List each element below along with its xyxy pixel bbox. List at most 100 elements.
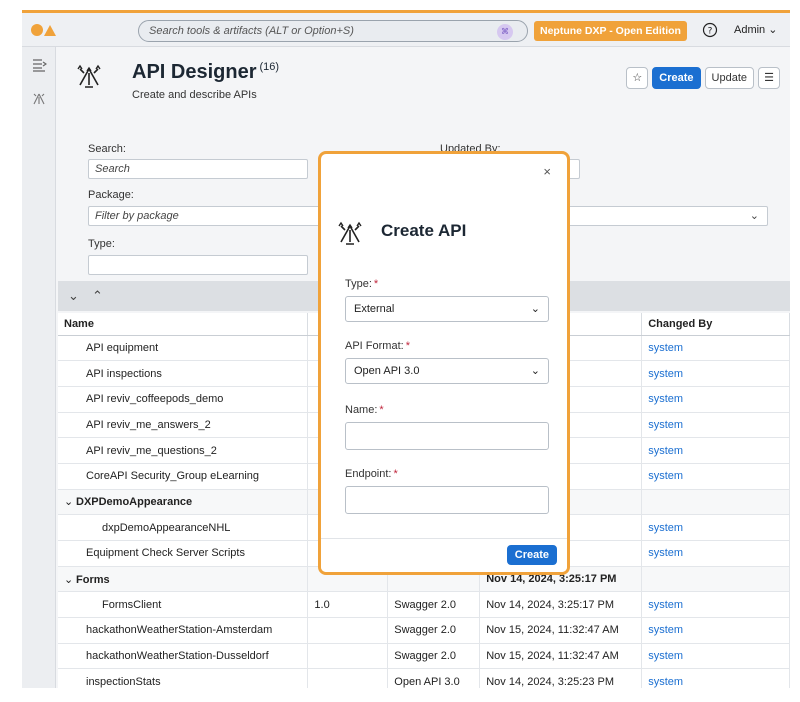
more-options-button[interactable]: ☰ — [758, 67, 780, 89]
required-mark: * — [405, 340, 410, 352]
table-row[interactable]: hackathonWeatherStation-Amsterdam Swagger… — [58, 617, 790, 644]
cell-changed-by[interactable]: system — [641, 668, 790, 688]
expand-menu-icon[interactable] — [31, 57, 47, 73]
required-mark: * — [379, 404, 384, 416]
global-search-input[interactable]: Search tools & artifacts (ALT or Option+… — [138, 20, 528, 42]
type-field-label: Type: * — [345, 278, 378, 290]
page-title: API Designer (16) — [132, 61, 279, 84]
cell-changed: Nov 14, 2024, 3:25:23 PM — [479, 668, 643, 688]
endpoint-input[interactable] — [345, 486, 549, 514]
type-select[interactable]: External ⌄ — [345, 296, 549, 322]
favorite-button[interactable]: ☆ — [626, 67, 649, 89]
cell-changed-by[interactable]: system — [641, 540, 790, 567]
user-name: Admin — [734, 24, 766, 36]
cell-version — [307, 617, 389, 644]
table-row[interactable]: hackathonWeatherStation-Dusseldorf Swagge… — [58, 643, 790, 670]
expand-group-icon[interactable]: ⌄ — [64, 573, 76, 586]
page-subtitle: Create and describe APIs — [132, 89, 257, 101]
sidebar — [22, 47, 56, 688]
type-field-label-text: Type: — [345, 278, 372, 290]
cell-changed: Nov 14, 2024, 3:25:17 PM — [479, 591, 643, 619]
cell-type: Swagger 2.0 — [387, 617, 481, 644]
name-field-label-text: Name: — [345, 404, 378, 416]
row-name: DXPDemoAppearance — [76, 496, 193, 509]
search-input[interactable]: Search — [88, 159, 308, 179]
table-row[interactable]: FormsClient 1.0 Swagger 2.0 Nov 14, 2024, 3… — [58, 591, 790, 619]
dialog-create-button[interactable]: Create — [506, 545, 557, 565]
api-designer-logo-icon — [77, 64, 101, 88]
cell-changed-by[interactable]: system — [641, 437, 790, 464]
create-button[interactable]: Create — [652, 67, 701, 89]
collapse-all-icon[interactable]: ⌃ — [92, 288, 103, 304]
row-name: Forms — [76, 573, 110, 586]
app-window: Search tools & artifacts (ALT or Option+… — [22, 10, 790, 688]
type-select[interactable] — [88, 255, 308, 275]
shell-bar: Search tools & artifacts (ALT or Option+… — [22, 13, 790, 47]
expand-all-icon[interactable]: ⌄ — [68, 288, 79, 304]
cell-name: ⌄ DXPDemoAppearance — [58, 489, 309, 516]
cell-changed-by[interactable]: system — [641, 412, 790, 439]
cell-name: hackathonWeatherStation-Amsterdam — [58, 617, 309, 644]
cell-changed-by[interactable]: system — [641, 463, 790, 490]
cell-changed-by[interactable]: system — [641, 643, 790, 670]
cell-name: API inspections — [58, 360, 309, 387]
cell-type: Swagger 2.0 — [387, 591, 481, 619]
cell-name: API equipment — [58, 335, 309, 362]
api-designer-icon[interactable] — [31, 91, 47, 107]
type-select-value: External — [354, 303, 395, 315]
cell-changed-by[interactable] — [641, 566, 790, 593]
package-placeholder: Filter by package — [95, 210, 179, 222]
cell-type: Open API 3.0 — [387, 668, 481, 688]
keyboard-shortcut-icon: ⌘ — [497, 24, 513, 40]
cell-name: inspectionStats — [58, 668, 309, 688]
cell-name: API reviv_coffeepods_demo — [58, 386, 309, 413]
user-menu[interactable]: Admin ⌄ — [734, 23, 777, 36]
type-label: Type: — [88, 238, 115, 250]
cell-name: hackathonWeatherStation-Dusseldorf — [58, 643, 309, 670]
package-label: Package: — [88, 189, 134, 201]
chevron-down-icon: ⌄ — [749, 210, 759, 222]
item-count: (16) — [259, 61, 280, 74]
endpoint-field-label: Endpoint: * — [345, 468, 398, 480]
star-icon: ☆ — [632, 72, 643, 84]
row-name: dxpDemoAppearanceNHL — [102, 521, 231, 534]
row-name: hackathonWeatherStation-Amsterdam — [86, 624, 273, 637]
cell-name: CoreAPI Security_Group eLearning — [58, 463, 309, 490]
header-toolbar: ☆ Create Update ☰ — [626, 67, 780, 89]
close-icon[interactable]: × — [543, 164, 551, 179]
api-format-select[interactable]: Open API 3.0 ⌄ — [345, 358, 549, 384]
cell-changed-by[interactable]: system — [641, 360, 790, 387]
row-name: API reviv_me_questions_2 — [86, 444, 217, 457]
cell-changed-by[interactable]: system — [641, 617, 790, 644]
cell-name: API reviv_me_questions_2 — [58, 437, 309, 464]
expand-group-icon[interactable]: ⌄ — [64, 495, 76, 508]
cell-changed-by[interactable]: system — [641, 514, 790, 541]
row-name: inspectionStats — [86, 675, 161, 688]
column-header-name[interactable]: Name — [58, 313, 309, 336]
neptune-logo-icon[interactable] — [30, 22, 62, 38]
table-row[interactable]: inspectionStats Open API 3.0 Nov 14, 2024,… — [58, 668, 790, 688]
cell-changed-by[interactable]: system — [641, 591, 790, 619]
cell-name: FormsClient — [58, 591, 309, 619]
cell-name: dxpDemoAppearanceNHL — [58, 514, 309, 541]
api-format-label-text: API Format: — [345, 340, 404, 352]
cell-changed-by[interactable] — [641, 489, 790, 516]
cell-version: 1.0 — [307, 591, 389, 619]
search-label: Search: — [88, 143, 126, 155]
cell-changed-by[interactable]: system — [641, 335, 790, 362]
row-name: API equipment — [86, 341, 159, 354]
name-input[interactable] — [345, 422, 549, 450]
column-header-changed-by[interactable]: Changed By — [641, 313, 790, 336]
update-button[interactable]: Update — [704, 67, 754, 89]
endpoint-field-label-text: Endpoint: — [345, 468, 392, 480]
name-field-label: Name: * — [345, 404, 384, 416]
required-mark: * — [393, 468, 398, 480]
svg-text:?: ? — [708, 27, 713, 37]
help-icon[interactable]: ? — [702, 22, 718, 38]
chevron-down-icon: ⌄ — [530, 365, 540, 377]
cell-name: API reviv_me_answers_2 — [58, 412, 309, 439]
cell-changed-by[interactable]: system — [641, 386, 790, 413]
cell-changed: Nov 15, 2024, 11:32:47 AM — [479, 617, 643, 644]
row-name: Equipment Check Server Scripts — [86, 547, 245, 560]
chevron-down-icon: ⌄ — [768, 24, 778, 36]
